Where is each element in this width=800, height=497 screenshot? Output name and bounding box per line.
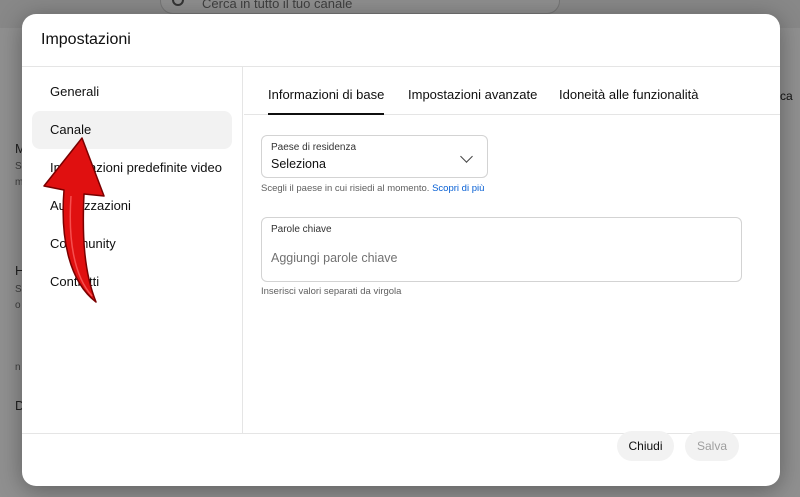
sidebar-item-contratti[interactable]: Contratti — [32, 263, 232, 301]
keywords-field[interactable]: Parole chiave Aggiungi parole chiave — [261, 217, 742, 282]
settings-content: Informazioni di base Impostazioni avanza… — [244, 67, 780, 433]
chevron-down-icon — [460, 150, 473, 163]
settings-sidebar: Generali Canale Impostazioni predefinite… — [22, 67, 243, 433]
keywords-hint: Inserisci valori separati da virgola — [261, 286, 402, 297]
country-select[interactable]: Paese di residenza Seleziona — [261, 135, 488, 178]
tab-bar: Informazioni di base Impostazioni avanza… — [244, 67, 780, 115]
tab-idoneita-funzionalita[interactable]: Idoneità alle funzionalità — [559, 67, 699, 115]
country-hint: Scegli il paese in cui risiedi al moment… — [261, 183, 484, 194]
keywords-label: Parole chiave — [271, 224, 332, 235]
sidebar-item-community[interactable]: Community — [32, 225, 232, 263]
tab-impostazioni-avanzate[interactable]: Impostazioni avanzate — [408, 67, 537, 115]
sidebar-item-canale[interactable]: Canale — [32, 111, 232, 149]
learn-more-link[interactable]: Scopri di più — [432, 183, 484, 194]
country-label: Paese di residenza — [271, 142, 357, 153]
tab-informazioni-di-base[interactable]: Informazioni di base — [268, 67, 385, 115]
save-button[interactable]: Salva — [685, 431, 739, 461]
sidebar-item-autorizzazioni[interactable]: Autorizzazioni — [32, 187, 232, 225]
country-value: Seleziona — [271, 157, 326, 171]
country-hint-text: Scegli il paese in cui risiedi al moment… — [261, 183, 430, 194]
settings-dialog: Impostazioni Generali Canale Impostazion… — [22, 14, 780, 486]
close-button[interactable]: Chiudi — [617, 431, 674, 461]
keywords-input[interactable]: Aggiungi parole chiave — [271, 251, 397, 265]
dialog-body: Generali Canale Impostazioni predefinite… — [22, 66, 780, 434]
sidebar-item-generali[interactable]: Generali — [32, 73, 232, 111]
dialog-title: Impostazioni — [41, 31, 131, 48]
sidebar-item-impostazioni-predefinite-video[interactable]: Impostazioni predefinite video — [32, 149, 232, 187]
